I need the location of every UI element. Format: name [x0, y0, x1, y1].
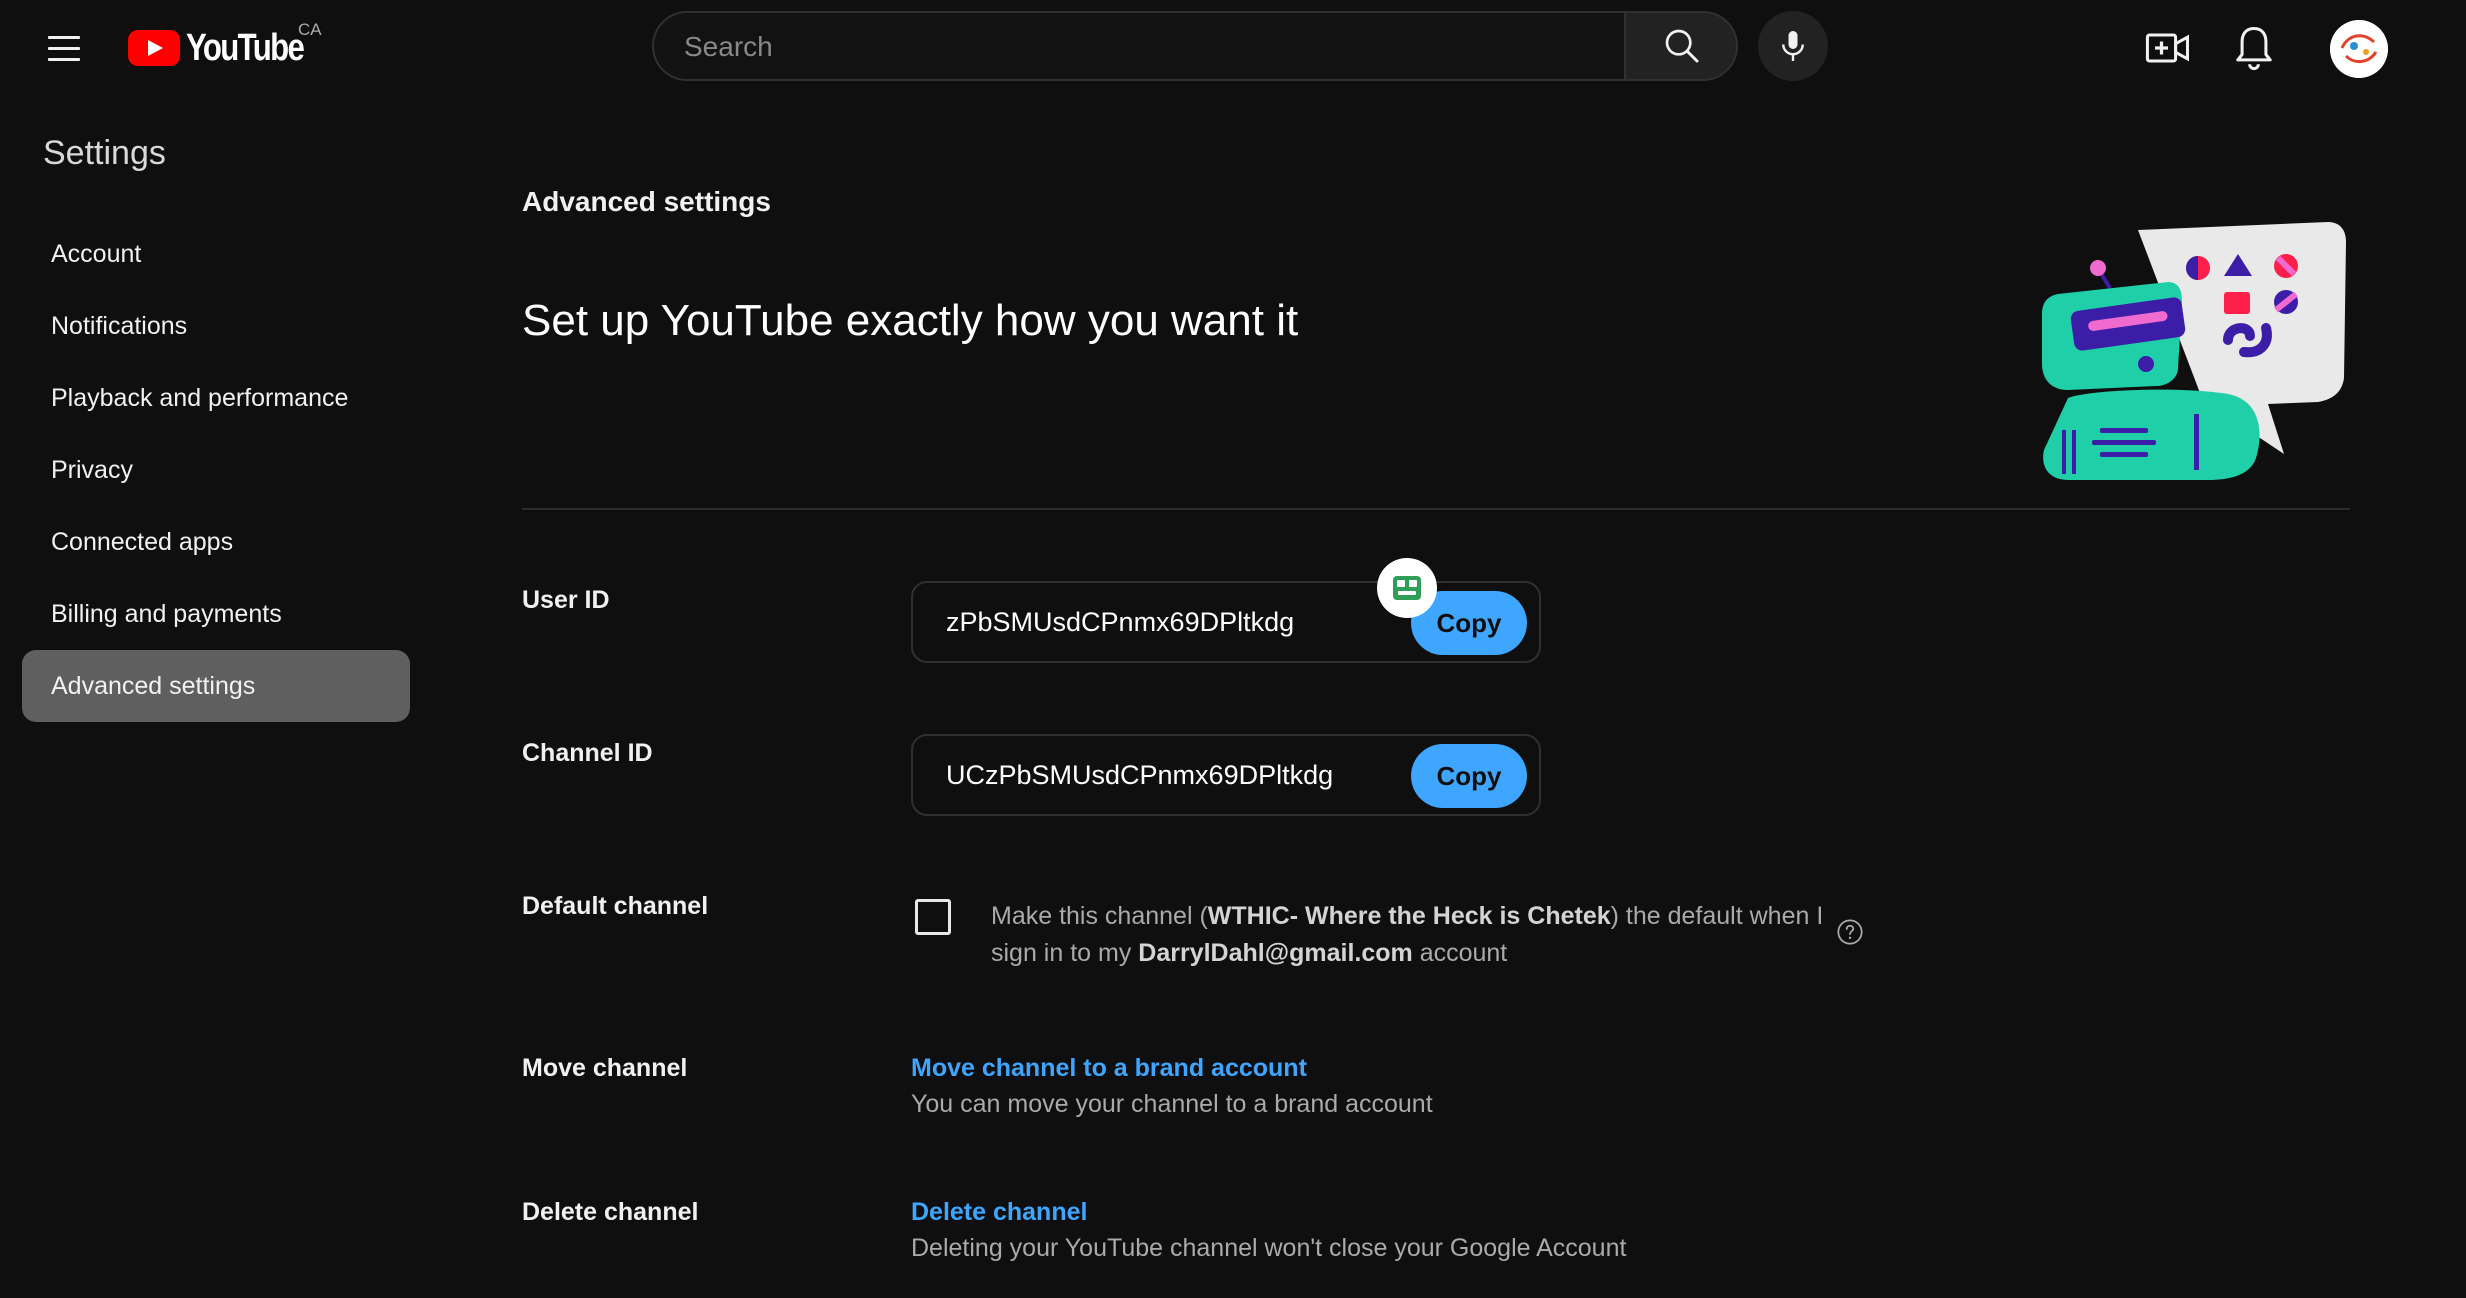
logo-wordmark: YouTube	[186, 27, 305, 69]
settings-sidebar: Account Notifications Playback and perfo…	[22, 218, 410, 722]
region-code: CA	[298, 20, 322, 39]
sidebar-item-notifications[interactable]: Notifications	[22, 290, 410, 362]
top-bar: YouTube CA	[0, 0, 2466, 96]
user-id-value[interactable]: zPbSMUsdCPnmx69DPltkdg	[946, 583, 1294, 661]
page: YouTube CA Search Settings Account Notif…	[0, 0, 2466, 1298]
search-icon	[1665, 29, 1699, 63]
delete-channel-link[interactable]: Delete channel	[911, 1198, 1087, 1227]
sidebar-item-privacy[interactable]: Privacy	[22, 434, 410, 506]
avatar[interactable]	[2330, 20, 2388, 78]
settings-illustration	[2042, 222, 2346, 480]
default-channel-label: Default channel	[522, 892, 709, 920]
sidebar-item-advanced-settings[interactable]: Advanced settings	[22, 650, 410, 722]
copy-channel-id-button[interactable]: Copy	[1411, 744, 1527, 808]
robot-face-icon	[1393, 576, 1421, 600]
youtube-logo[interactable]: YouTube CA	[128, 20, 328, 70]
search-button[interactable]	[1624, 11, 1738, 81]
avatar-image-icon	[2330, 20, 2388, 78]
delete-channel-label: Delete channel	[522, 1198, 699, 1226]
create-button[interactable]	[2142, 22, 2194, 74]
hamburger-menu-icon[interactable]	[44, 28, 84, 68]
default-text-part-1: Make this channel (	[991, 902, 1208, 930]
notifications-button[interactable]	[2228, 22, 2280, 74]
delete-channel-description: Deleting your YouTube channel won't clos…	[911, 1234, 1627, 1262]
search-box	[652, 11, 1624, 81]
extension-badge-icon[interactable]	[1377, 558, 1437, 618]
section-divider	[522, 508, 2350, 510]
move-channel-link[interactable]: Move channel to a brand account	[911, 1054, 1307, 1083]
page-heading: Advanced settings	[522, 186, 771, 217]
help-circle-icon[interactable]	[1836, 918, 1864, 946]
voice-search-button[interactable]	[1758, 11, 1828, 81]
sidebar-item-connected-apps[interactable]: Connected apps	[22, 506, 410, 578]
sidebar-title: Settings	[43, 134, 166, 172]
default-channel-description: Make this channel (WTHIC- Where the Heck…	[991, 898, 1831, 972]
search-input[interactable]	[682, 13, 1586, 81]
page-tagline: Set up YouTube exactly how you want it	[522, 296, 1299, 345]
default-text-part-3: account	[1412, 939, 1508, 967]
microphone-icon	[1782, 31, 1804, 61]
sidebar-item-billing[interactable]: Billing and payments	[22, 578, 410, 650]
create-video-icon	[2145, 33, 2190, 63]
move-channel-label: Move channel	[522, 1054, 688, 1082]
channel-id-value[interactable]: UCzPbSMUsdCPnmx69DPltkdg	[946, 736, 1333, 814]
sidebar-item-account[interactable]: Account	[22, 218, 410, 290]
move-channel-description: You can move your channel to a brand acc…	[911, 1090, 1433, 1118]
channel-id-label: Channel ID	[522, 739, 653, 767]
account-email: DarrylDahl@gmail.com	[1138, 939, 1413, 967]
default-channel-checkbox[interactable]	[915, 899, 951, 935]
channel-name: WTHIC- Where the Heck is Chetek	[1207, 902, 1611, 930]
user-id-label: User ID	[522, 586, 610, 614]
bell-icon	[2236, 26, 2272, 71]
user-id-field: zPbSMUsdCPnmx69DPltkdg Copy	[911, 581, 1541, 663]
sidebar-item-playback[interactable]: Playback and performance	[22, 362, 410, 434]
youtube-play-icon	[128, 30, 180, 66]
channel-id-field: UCzPbSMUsdCPnmx69DPltkdg Copy	[911, 734, 1541, 816]
